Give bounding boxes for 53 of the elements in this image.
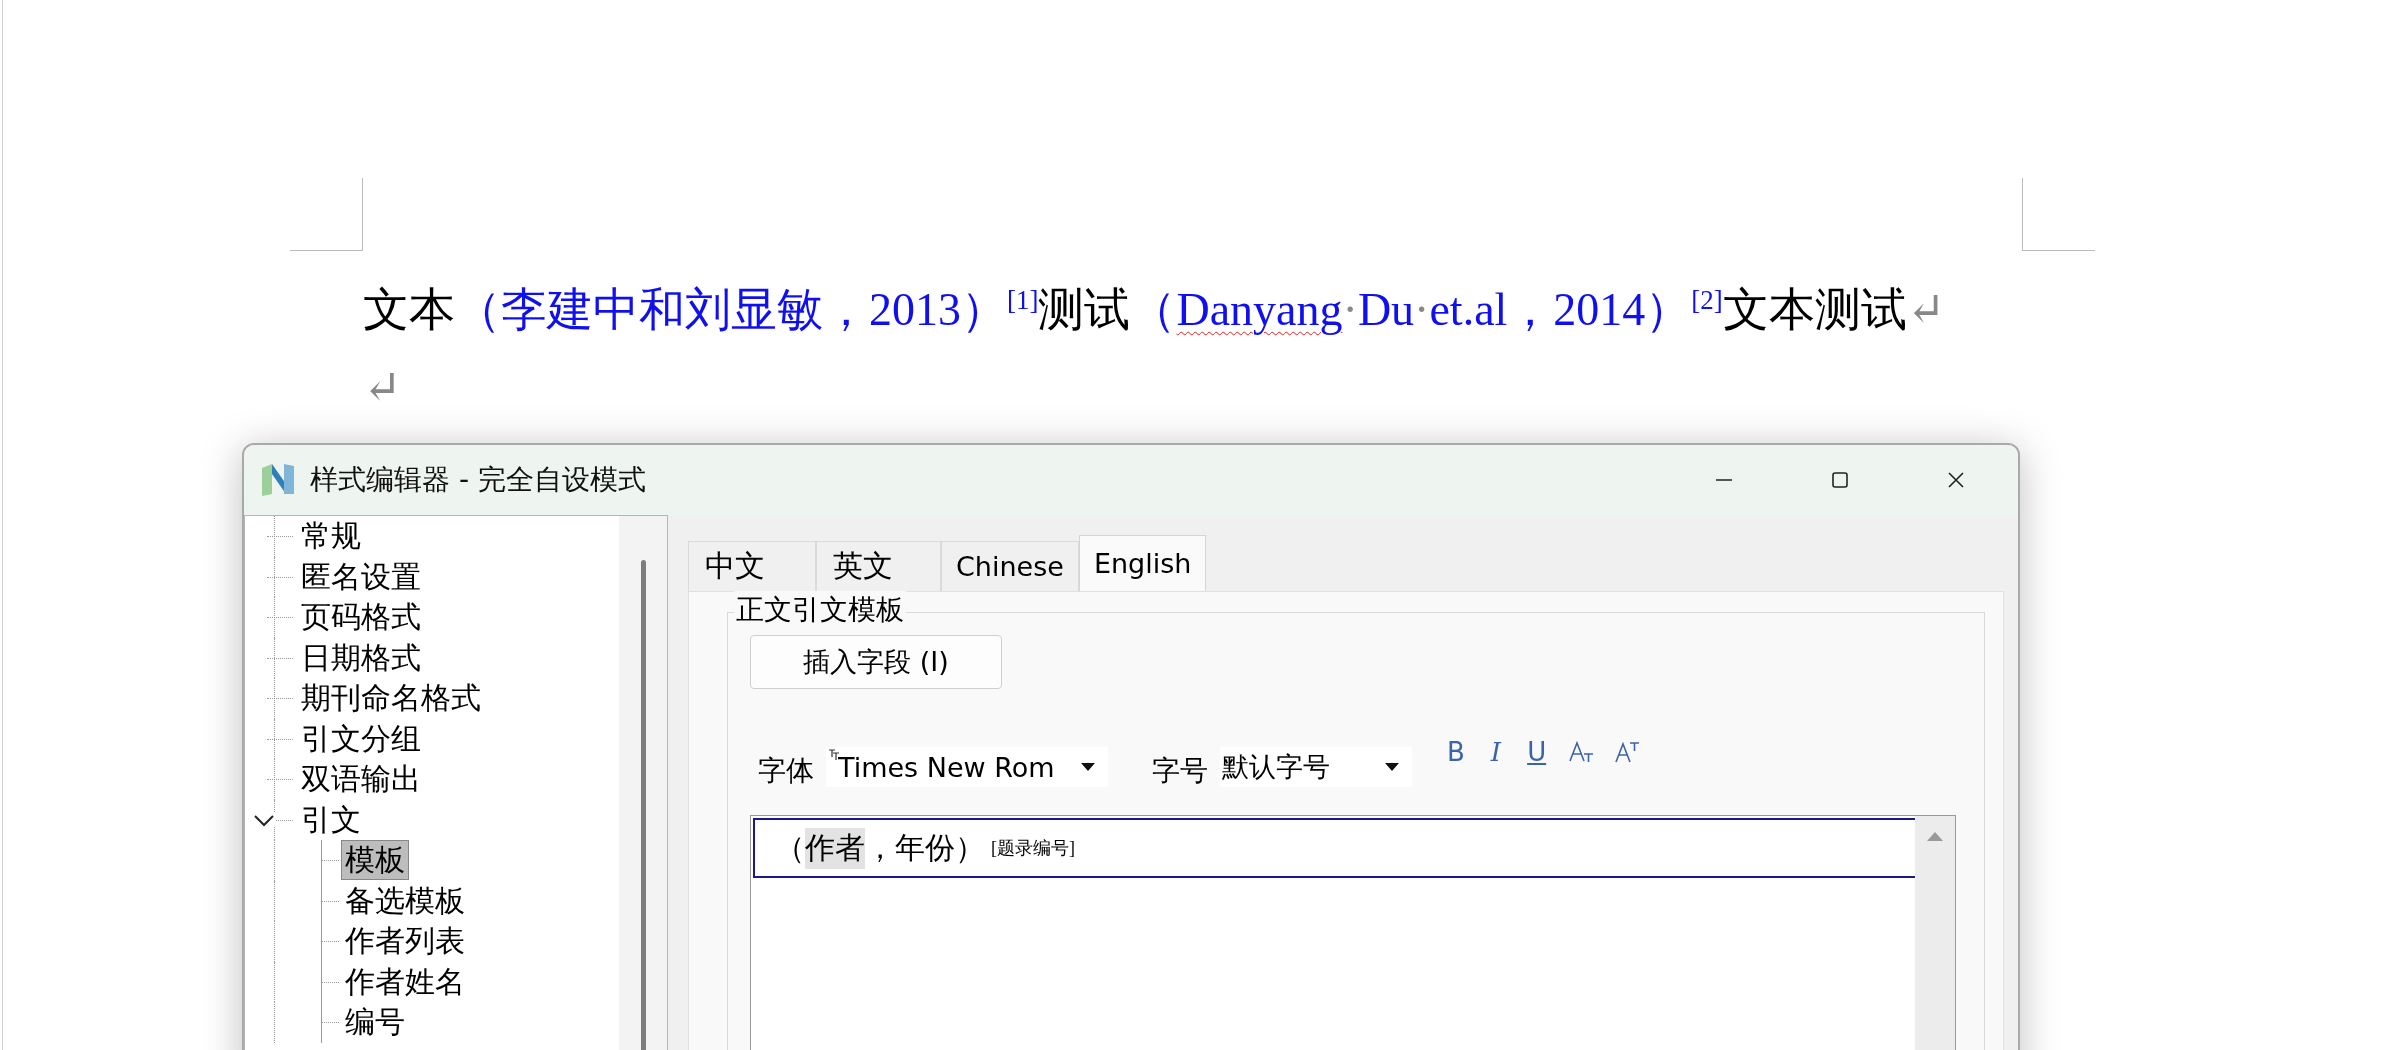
tree-item[interactable]: 编号 <box>341 1002 409 1043</box>
template-field-label: [题录编号] <box>991 837 1075 860</box>
font-dropdown[interactable]: Times New Rom <box>826 747 1108 787</box>
tree-item[interactable]: 引文 <box>297 799 365 840</box>
template-editor[interactable]: （作者，年份） [题录编号] <box>750 815 1956 1050</box>
template-field: 作者 <box>805 827 865 869</box>
size-label: 字号 <box>1152 753 1208 789</box>
body-text: 文本 <box>363 284 455 335</box>
superscript-icon[interactable] <box>1615 741 1642 763</box>
size-dropdown[interactable]: 默认字号 <box>1220 747 1412 787</box>
template-text: （ <box>775 829 805 866</box>
body-text: 文本测试 <box>1722 284 1907 335</box>
tree-item[interactable]: 匿名设置 <box>297 556 425 597</box>
citation-text: [1] <box>1007 285 1039 315</box>
tree-item[interactable]: 双语输出 <box>297 759 425 800</box>
tree-item[interactable]: 模板 <box>341 840 409 881</box>
citation-text: （ <box>1130 284 1177 335</box>
bold-button[interactable]: B <box>1444 737 1468 767</box>
tab[interactable]: Chinese <box>941 541 1079 591</box>
italic-button[interactable]: I <box>1487 737 1505 767</box>
tree-item[interactable]: 作者姓名 <box>341 961 469 1002</box>
font-label: 字体 <box>758 753 814 789</box>
tab[interactable]: English <box>1078 535 1207 591</box>
insert-field-button[interactable]: 插入字段 (I) <box>750 635 1002 689</box>
subscript-icon[interactable] <box>1569 741 1596 763</box>
tree-item[interactable]: 备选模板 <box>341 880 469 921</box>
scrollbar[interactable] <box>619 516 667 1050</box>
formatting-mark: ↵ <box>363 362 402 413</box>
close-icon[interactable] <box>1946 470 1966 490</box>
citation-text: et.al，2014） <box>1429 284 1692 335</box>
maximize-icon[interactable] <box>1830 470 1850 490</box>
tree-item[interactable]: 页码格式 <box>297 597 425 638</box>
tree-item[interactable]: 引文分组 <box>297 718 425 759</box>
caret-icon <box>1384 762 1400 772</box>
formatting-mark: · <box>1342 284 1358 335</box>
formatting-mark: ↵ <box>1906 284 1946 335</box>
tree-item[interactable]: 日期格式 <box>297 637 425 678</box>
template-text: ，年份） <box>865 829 985 866</box>
body-text: 测试 <box>1038 284 1131 335</box>
tree-item[interactable]: 作者列表 <box>341 921 469 962</box>
citation-text: [2] <box>1691 285 1723 315</box>
tab[interactable]: 英文 <box>816 541 941 591</box>
tree-item[interactable]: 期刊命名格式 <box>297 678 485 719</box>
underline-button[interactable]: U <box>1524 737 1550 767</box>
tab[interactable]: 中文 <box>688 541 816 591</box>
caret-icon <box>1080 762 1096 772</box>
font-type-icon <box>828 749 840 761</box>
citation-text: （李建中和刘显敏，2013） <box>455 284 1007 335</box>
citation-text: Du <box>1357 284 1415 335</box>
citation-text: Danyang <box>1176 284 1343 335</box>
window-title: 样式编辑器 - 完全自设模式 <box>310 462 646 498</box>
formatting-mark: · <box>1414 284 1430 335</box>
tree-item[interactable]: 常规 <box>297 516 365 557</box>
